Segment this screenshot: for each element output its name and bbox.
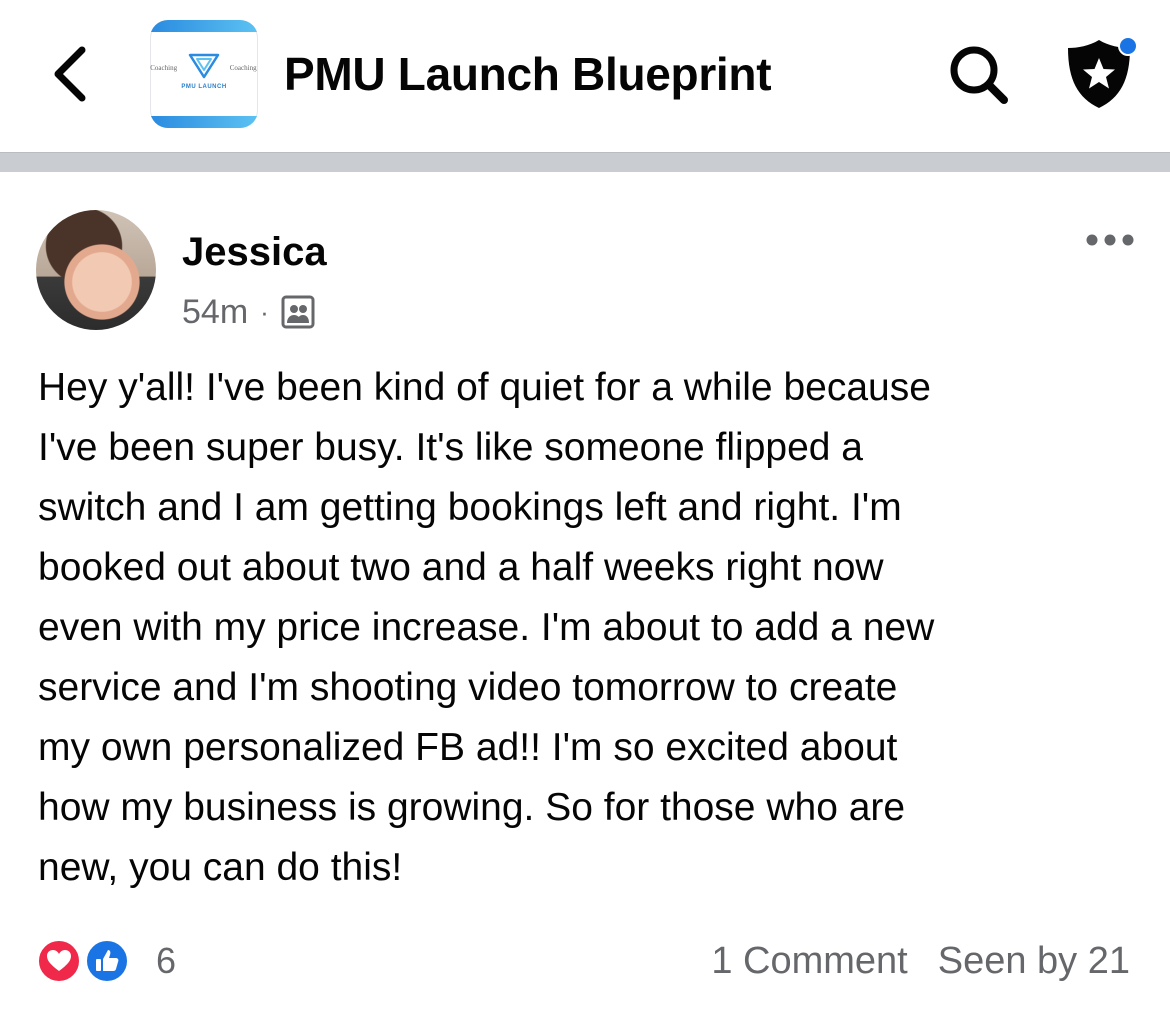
like-reaction-icon: [84, 938, 130, 984]
meta-separator: ·: [260, 296, 269, 327]
comments-link[interactable]: 1 Comment: [711, 940, 907, 983]
section-divider: [0, 152, 1170, 172]
logo-wordmark: PMU LAUNCH: [181, 84, 227, 90]
logo-right-text: Coaching C: [229, 64, 258, 72]
group-members-icon: [281, 295, 315, 329]
notification-dot: [1118, 36, 1138, 56]
seen-by-link[interactable]: Seen by 21: [938, 940, 1130, 983]
logo-band-bottom: [150, 116, 258, 128]
chevron-left-icon: [54, 46, 86, 102]
group-title[interactable]: PMU Launch Blueprint: [284, 46, 772, 102]
group-logo[interactable]: g Coaching Coaching C PMU LAUNCH: [150, 20, 258, 128]
search-button[interactable]: [944, 40, 1014, 110]
logo-left-text: g Coaching: [150, 64, 178, 72]
avatar[interactable]: [36, 210, 156, 330]
reaction-count: 6: [156, 940, 177, 981]
love-reaction-icon: [36, 938, 82, 984]
post-card: Jessica 54m · Hey y'all! I've been kind …: [0, 172, 1170, 1009]
reactions-summary[interactable]: 6: [36, 934, 176, 988]
post-stats: 1 Comment Seen by 21: [711, 934, 1130, 988]
post-meta: 54m ·: [182, 290, 315, 334]
author-name[interactable]: Jessica: [182, 228, 327, 276]
more-options-button[interactable]: [1080, 226, 1140, 254]
top-bar: g Coaching Coaching C PMU LAUNCH PMU Lau…: [0, 0, 1170, 152]
post-timestamp[interactable]: 54m: [182, 293, 248, 332]
back-button[interactable]: [44, 42, 104, 106]
logo-mark-icon: [188, 53, 220, 79]
post-text: Hey y'all! I've been kind of quiet for a…: [38, 366, 935, 889]
search-icon: [950, 46, 1008, 104]
more-dots-icon: [1086, 234, 1134, 246]
logo-band-top: [150, 20, 258, 32]
reaction-icons: [36, 936, 136, 986]
